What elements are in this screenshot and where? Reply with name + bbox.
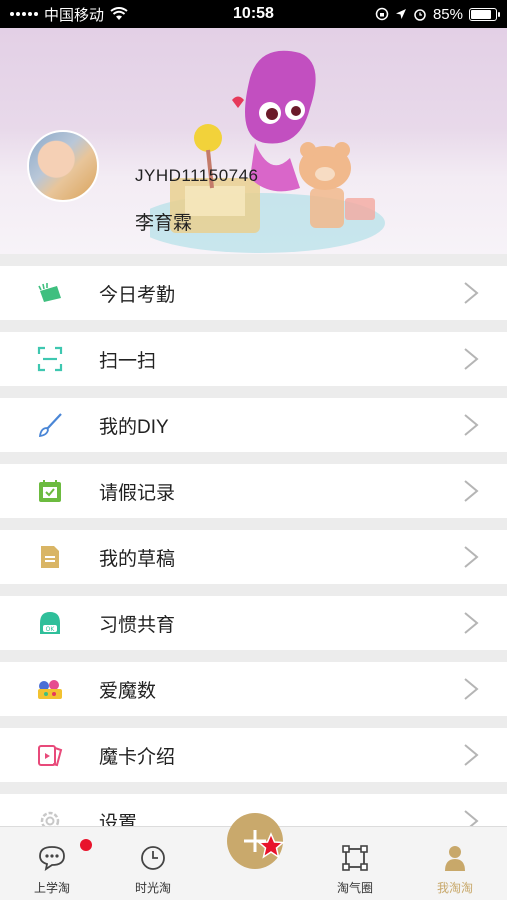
habit-ok-icon: OK [36, 609, 64, 637]
menu-item-magic-numbers[interactable]: 爱魔数 [0, 662, 507, 716]
menu-item-label: 爱魔数 [99, 680, 157, 702]
clock-icon [138, 843, 168, 873]
svg-text:OK: OK [46, 626, 56, 633]
menu-item-diy[interactable]: 我的DIY [0, 398, 507, 452]
alarm-icon [414, 9, 426, 21]
brush-icon [36, 411, 64, 439]
location-icon [395, 9, 406, 19]
tab-label: 淘气圈 [336, 881, 373, 895]
chevron-right-icon [464, 546, 479, 568]
tab-circle[interactable]: 淘气圈 [305, 827, 405, 900]
tab-school[interactable]: 上学淘 [2, 827, 102, 900]
menu-item-label: 扫一扫 [99, 350, 157, 372]
menu-item-label: 习惯共育 [99, 614, 176, 636]
chevron-right-icon [464, 414, 479, 436]
menu-item-attendance[interactable]: 今日考勤 [0, 266, 507, 320]
menu-item-label: 今日考勤 [99, 284, 176, 306]
star-badge-icon [257, 832, 285, 859]
chevron-right-icon [464, 744, 479, 766]
chevron-right-icon [464, 612, 479, 634]
calendar-check-icon [36, 477, 64, 505]
menu-item-magic-card[interactable]: 魔卡介绍 [0, 728, 507, 782]
person-icon [440, 843, 470, 873]
user-name: 李育霖 [135, 213, 193, 234]
battery-percent: 85% [432, 5, 463, 23]
menu-item-scan[interactable]: 扫一扫 [0, 332, 507, 386]
magic-numbers-icon [36, 675, 64, 703]
menu-item-habit[interactable]: OK 习惯共育 [0, 596, 507, 650]
menu-item-label: 我的DIY [99, 416, 169, 438]
user-id: JYHD11150746 [135, 166, 259, 185]
scan-icon [36, 345, 64, 373]
profile-header: JYHD11150746 李育霖 [0, 28, 507, 254]
wifi-icon [110, 7, 128, 20]
frame-icon [340, 843, 370, 873]
chevron-right-icon [464, 282, 479, 304]
tab-me[interactable]: 我淘淘 [405, 827, 505, 900]
notification-badge [80, 839, 92, 851]
menu-item-drafts[interactable]: 我的草稿 [0, 530, 507, 584]
avatar[interactable] [27, 130, 99, 202]
menu-item-label: 魔卡介绍 [99, 746, 176, 768]
tab-label: 上学淘 [33, 881, 70, 895]
status-time: 10:58 [233, 5, 274, 22]
attendance-icon [36, 279, 64, 307]
chevron-right-icon [464, 348, 479, 370]
rotation-lock-icon [375, 7, 389, 21]
carrier-label: 中国移动 [44, 6, 105, 24]
chat-bubble-icon [37, 843, 67, 873]
draft-document-icon [36, 543, 64, 571]
tab-label: 我淘淘 [436, 881, 473, 895]
menu-item-leave-records[interactable]: 请假记录 [0, 464, 507, 518]
status-bar: 中国移动 10:58 85% [0, 0, 507, 28]
menu-item-label: 我的草稿 [99, 548, 176, 570]
signal-icon [10, 12, 38, 16]
menu-item-label: 请假记录 [99, 482, 176, 504]
chevron-right-icon [464, 480, 479, 502]
chevron-right-icon [464, 678, 479, 700]
tab-label: 时光淘 [134, 881, 171, 895]
battery-icon [469, 7, 500, 21]
magic-card-icon [36, 741, 64, 769]
tab-time[interactable]: 时光淘 [103, 827, 203, 900]
